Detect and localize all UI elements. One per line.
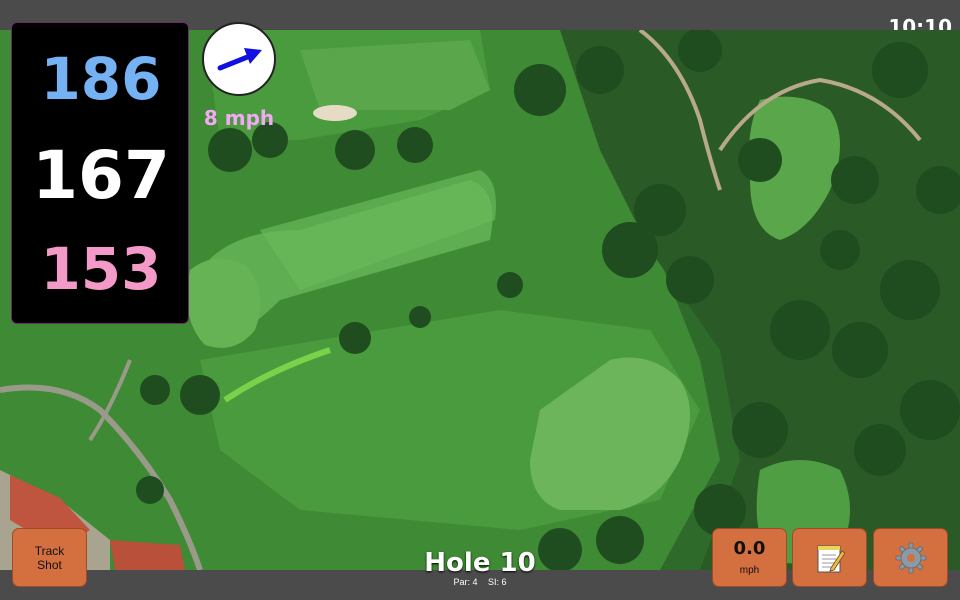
distance-middle: 167 [32,137,170,214]
track-shot-button[interactable]: Track Shot [12,528,87,587]
speed-value: 0.0 [733,538,766,559]
hole-meta: Par: 4 SI: 6 [380,577,580,587]
speed-button[interactable]: 0.0 mph [712,528,787,587]
distance-panel: 186 167 153 [11,22,189,324]
hole-par: Par: 4 [453,577,478,587]
speed-unit: mph [739,565,760,576]
wind-speed-label: 8 mph [203,106,275,130]
arrow-right-icon [217,48,262,71]
wind-direction-dial [202,22,276,96]
distance-front: 153 [40,235,162,303]
gear-icon [895,542,926,573]
hole-stroke-index: SI: 6 [488,577,507,587]
hole-title: Hole 10 [424,548,536,578]
notepad-icon [817,545,845,572]
track-shot-label: Track Shot [34,543,65,572]
distance-back: 186 [40,45,162,113]
settings-button[interactable] [873,528,948,587]
notes-button[interactable] [792,528,867,587]
